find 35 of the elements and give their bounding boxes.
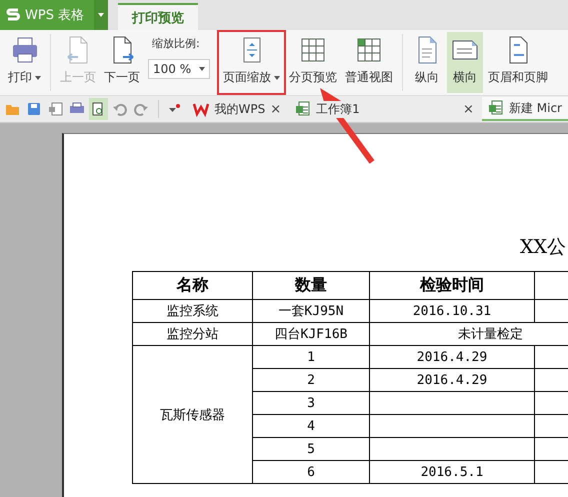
table-cell: 2 — [252, 368, 370, 392]
ribbon-button[interactable]: 下一页 — [101, 32, 143, 93]
ribbon-button[interactable]: 打印 — [5, 32, 44, 93]
zoom-label: 缩放比例: — [151, 36, 201, 51]
document-tab[interactable]: 我的WPS × — [187, 97, 288, 121]
ribbon-tab[interactable]: 打印预览 — [118, 3, 198, 30]
table-cell: 4 — [252, 414, 370, 438]
table-cell: 一套KJ95N — [252, 300, 370, 322]
close-icon[interactable]: × — [270, 102, 282, 116]
table-cell: 瓦斯传感器 — [132, 346, 252, 484]
table-cell: 5 — [252, 438, 370, 460]
ribbon-button[interactable]: 页面缩放 — [219, 32, 284, 93]
column-header: 名称 — [132, 272, 252, 300]
table-cell: 2016.4.29 — [370, 368, 534, 392]
table-cell: 监控分站 — [132, 322, 252, 346]
table-cell: 四台KJF16B — [252, 322, 370, 346]
table-cell: 2016.5.1 — [370, 460, 534, 484]
ribbon-button[interactable]: 页眉和页脚 — [485, 32, 551, 93]
zoom-combo[interactable]: 100 % — [148, 59, 210, 79]
table-cell: 2016.4.29 — [370, 346, 534, 368]
table-cell: 监控系统 — [132, 300, 252, 322]
column-header: 检验时间 — [370, 272, 534, 300]
close-icon[interactable]: × — [463, 102, 474, 116]
ribbon-button[interactable]: 纵向 — [409, 32, 445, 93]
column-header: 数量 — [252, 272, 370, 300]
ribbon-button[interactable]: 普通视图 — [342, 32, 396, 93]
table-cell: 2016.10.31 — [370, 300, 534, 322]
table-cell: 3 — [252, 392, 370, 414]
table-cell: 1 — [252, 346, 370, 368]
document-tab[interactable]: 新建 Micr — [482, 97, 568, 121]
ribbon-button[interactable]: 横向 — [447, 32, 483, 93]
table-cell: 6 — [252, 460, 370, 484]
document-title: XX公 — [520, 235, 566, 260]
ribbon-button[interactable]: 分页预览 — [286, 32, 340, 93]
document-tab[interactable]: 工作簿1 × — [289, 97, 480, 121]
